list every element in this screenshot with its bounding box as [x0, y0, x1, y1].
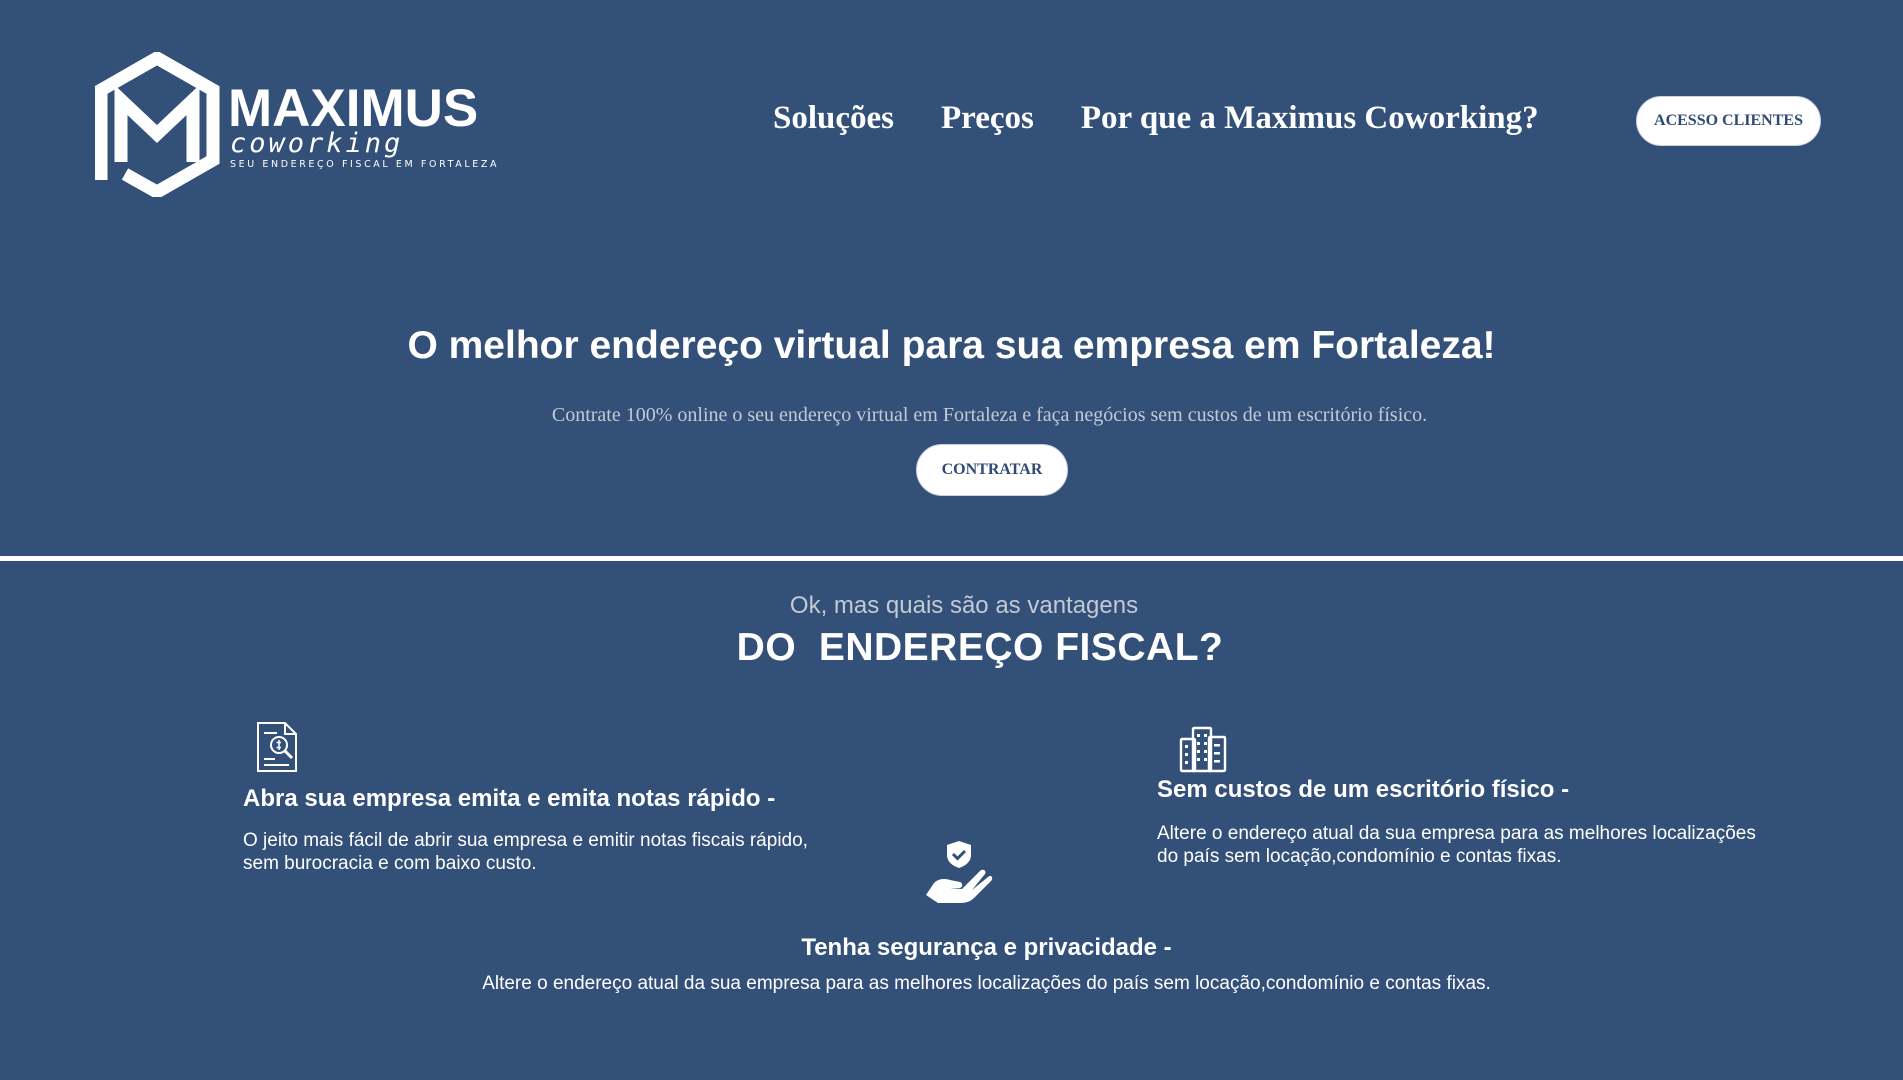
- contratar-button[interactable]: CONTRATAR: [916, 444, 1068, 496]
- building-icon: [1179, 726, 1227, 773]
- nav-item-solucoes[interactable]: Soluções: [773, 100, 894, 137]
- brand-subname: coworking: [230, 128, 404, 159]
- advantages-pretitle: Ok, mas quais são as vantagens: [789, 592, 1139, 619]
- logo-hexagon-icon: [95, 52, 220, 197]
- document-search-icon: [257, 722, 297, 772]
- hero-subtitle: Contrate 100% online o seu endereço virt…: [551, 404, 1428, 426]
- section-divider: [0, 556, 1903, 561]
- feature-description: Altere o endereço atual da sua empresa p…: [1157, 823, 1756, 867]
- feature-description: Altere o endereço atual da sua empresa p…: [482, 973, 1491, 994]
- nav-item-precos[interactable]: Preços: [941, 100, 1034, 137]
- hero-title: O melhor endereço virtual para sua empre…: [407, 324, 1496, 367]
- main-nav: Soluções Preços Por que a Maximus Cowork…: [773, 100, 1539, 137]
- advantages-title: DO ENDEREÇO FISCAL?: [736, 626, 1224, 669]
- feature-title: Abra sua empresa emita e emita notas ráp…: [243, 785, 776, 812]
- access-clients-button[interactable]: ACESSO CLIENTES: [1636, 96, 1821, 146]
- feature-title: Sem custos de um escritório físico -: [1157, 776, 1570, 803]
- brand-tagline: SEU ENDEREÇO FISCAL EM FORTALEZA: [230, 159, 500, 170]
- feature-description: O jeito mais fácil de abrir sua empresa …: [243, 830, 808, 874]
- feature-title: Tenha segurança e privacidade -: [801, 934, 1172, 961]
- nav-item-por-que[interactable]: Por que a Maximus Coworking?: [1081, 100, 1539, 137]
- hand-shield-icon: [926, 841, 993, 903]
